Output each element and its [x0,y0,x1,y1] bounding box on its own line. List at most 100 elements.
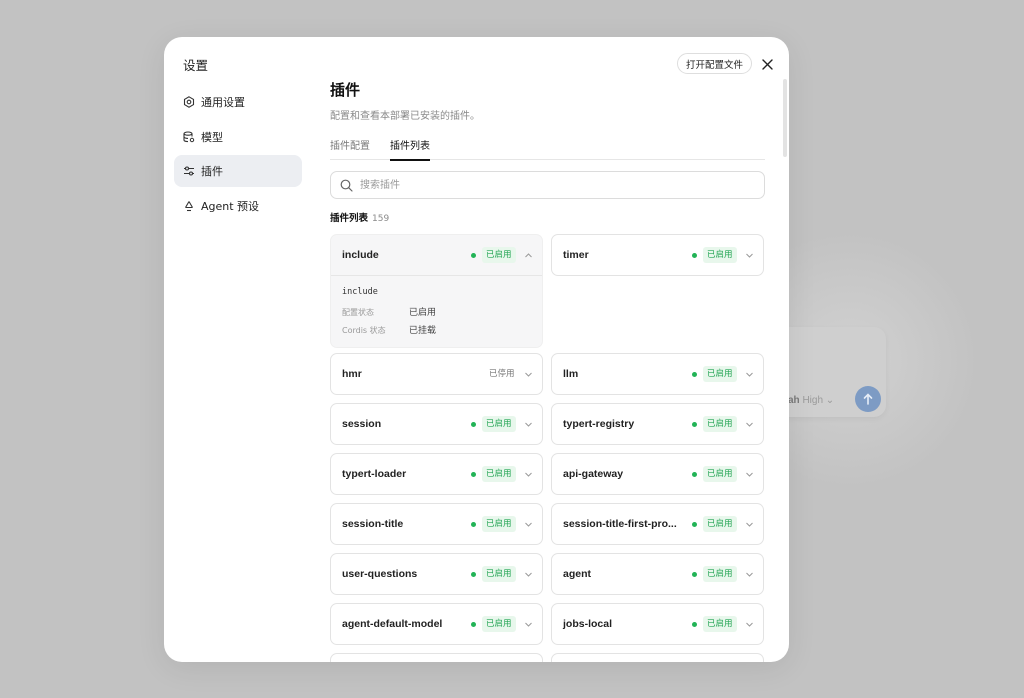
sidebar-item-models[interactable]: 模型 [174,121,302,153]
settings-modal: 设置 通用设置 模型 插件 Agent 预设 打开配置文件 插件 配置和查看本部… [164,37,789,662]
plugin-card-partial[interactable] [330,653,543,662]
plugin-name: session-title-first-pro... [563,518,677,530]
database-gear-icon [183,131,195,143]
tab-plugin-list[interactable]: 插件列表 [390,137,430,161]
status-dot [692,472,697,477]
plugin-name: api-gateway [563,468,624,480]
chevron-down-icon[interactable] [745,520,754,529]
status-dot [471,422,476,427]
sidebar-item-label: Agent 预设 [201,200,260,213]
plugin-card[interactable]: agent-default-model 已启用 [330,603,543,645]
tab-bar: 插件配置 插件列表 [330,137,765,161]
plugin-card[interactable]: user-questions 已启用 [330,553,543,595]
plugin-name: user-questions [342,568,418,580]
status-badge: 已启用 [482,616,516,632]
plugin-card[interactable]: include 已启用 include 配置状态 已启用 Cordis 状态 已… [330,234,543,348]
status-dot [471,522,476,527]
plugin-card-header[interactable]: include 已启用 [331,235,542,276]
status-dot [692,522,697,527]
chevron-down-icon[interactable] [745,620,754,629]
status-badge: 已启用 [482,516,516,532]
cordis-status-label: Cordis 状态 [342,326,386,335]
plugin-name: llm [563,368,579,380]
scrollbar-thumb[interactable] [783,79,787,157]
settings-sidebar: 设置 通用设置 模型 插件 Agent 预设 [164,37,314,662]
plugin-card[interactable]: typert-loader 已启用 [330,453,543,495]
plugin-card[interactable]: session-title-first-pro... 已启用 [551,503,764,545]
status-dot [692,422,697,427]
plugin-card[interactable]: typert-registry 已启用 [551,403,764,445]
status-dot [471,472,476,477]
chevron-down-icon[interactable] [524,470,533,479]
status-dot [471,253,476,258]
status-badge: 已启用 [482,566,516,582]
status-badge: 已启用 [703,366,737,382]
plugin-card[interactable]: session 已启用 [330,403,543,445]
sidebar-item-label: 模型 [201,131,223,144]
tab-plugin-config[interactable]: 插件配置 [330,137,370,160]
sidebar-item-label: 通用设置 [201,96,245,109]
plugin-name: session [342,418,382,430]
status-badge: 已启用 [482,247,516,263]
plugin-card[interactable]: agent 已启用 [551,553,764,595]
plugin-name: include [342,249,379,261]
search-input[interactable] [358,178,738,192]
plugin-name: typert-registry [563,418,635,430]
plugin-list-heading: 插件列表 159 [330,213,390,224]
chevron-down-icon[interactable] [745,570,754,579]
status-badge: 已启用 [482,416,516,432]
plugin-name: hmr [342,368,362,380]
sidebar-item-general[interactable]: 通用设置 [174,86,302,118]
chevron-down-icon[interactable] [745,251,754,260]
plugin-card[interactable]: api-gateway 已启用 [551,453,764,495]
config-status-label: 配置状态 [342,308,374,317]
search-box[interactable] [330,171,765,199]
status-dot [692,622,697,627]
plugin-name: timer [563,249,589,261]
plugins-panel: 插件 配置和查看本部署已安装的插件。 插件配置 插件列表 插件列表159 inc… [330,37,766,662]
sidebar-item-plugins[interactable]: 插件 [174,155,302,187]
plugin-card[interactable]: jobs-local 已启用 [551,603,764,645]
plugin-name: typert-loader [342,468,407,480]
plugin-card[interactable]: hmr 已停用 [330,353,543,395]
status-badge: 已启用 [703,566,737,582]
cordis-status-value: 已挂载 [409,326,437,336]
sidebar-item-agent-presets[interactable]: Agent 预设 [174,190,302,222]
plugin-card[interactable]: session-title 已启用 [330,503,543,545]
sidebar-title: 设置 [183,58,209,73]
page-title: 插件 [330,81,361,99]
plugin-count: 159 [372,214,390,224]
status-badge: 已启用 [703,516,737,532]
status-dot [692,372,697,377]
status-badge: 已启用 [703,416,737,432]
plugin-card[interactable]: llm 已启用 [551,353,764,395]
chevron-down-icon[interactable] [745,420,754,429]
chevron-down-icon[interactable] [524,570,533,579]
chevron-down-icon[interactable] [524,520,533,529]
chevron-down-icon[interactable] [745,470,754,479]
config-status-value: 已启用 [409,308,437,318]
plugin-name: agent-default-model [342,618,443,630]
background-model-selector: ah High ⌄ [788,395,835,406]
status-badge: 已启用 [482,466,516,482]
background-send-button [855,386,881,412]
status-badge: 已停用 [489,369,515,379]
status-dot [692,572,697,577]
status-badge: 已启用 [703,616,737,632]
settings-hex-icon [183,96,195,108]
sidebar-item-label: 插件 [201,165,223,178]
plugin-card-partial[interactable] [551,653,764,662]
plugin-detail-id: include [342,287,378,297]
status-badge: 已启用 [703,247,737,263]
chevron-down-icon[interactable] [524,420,533,429]
search-icon [340,179,353,192]
page-subtitle: 配置和查看本部署已安装的插件。 [330,111,480,122]
status-badge: 已启用 [703,466,737,482]
chevron-down-icon[interactable] [745,370,754,379]
plugin-name: agent [563,568,592,580]
chevron-down-icon[interactable] [524,370,533,379]
chevron-down-icon[interactable] [524,620,533,629]
plugin-card[interactable]: timer 已启用 [551,234,764,276]
chevron-up-icon[interactable] [524,251,533,260]
arrow-up-icon [863,393,873,405]
